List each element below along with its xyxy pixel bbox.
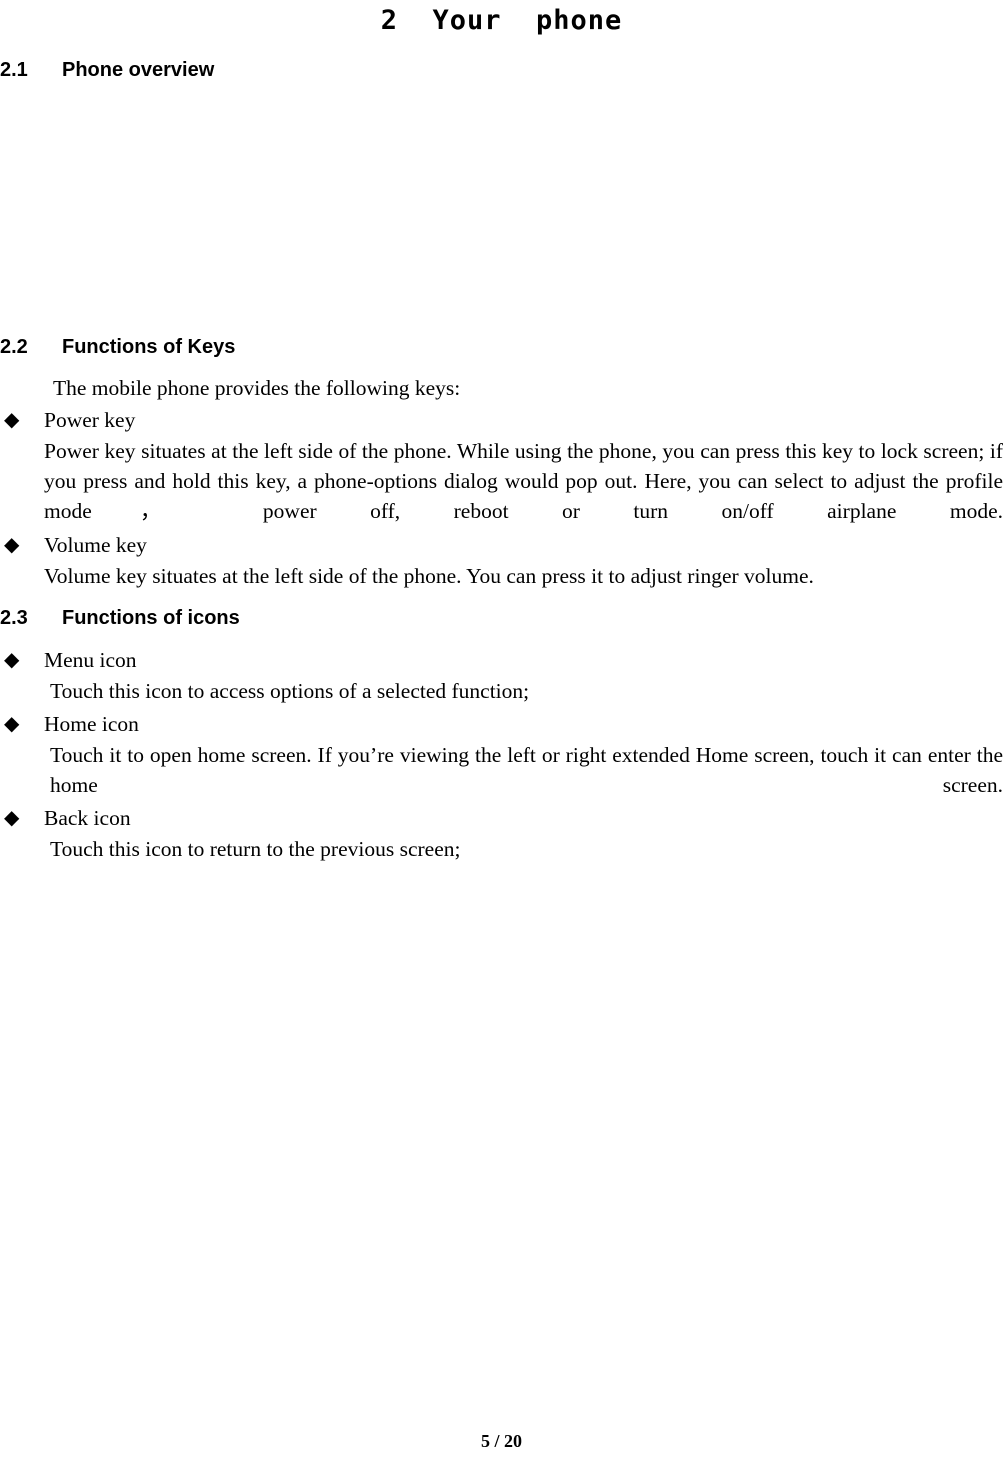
diamond-bullet-icon: ◆ xyxy=(4,807,20,829)
list-item-body-volume-key: Volume key situates at the left side of … xyxy=(44,564,814,588)
section-title-2-1: Phone overview xyxy=(62,59,215,81)
section-number-2-2: 2.2 xyxy=(0,336,28,358)
document-page: 2 Your phone 2.1 Phone overview 2.2 Functi… xyxy=(0,0,1003,1466)
list-item-body-menu-icon: Touch this icon to access options of a s… xyxy=(50,679,530,703)
section-heading-2-2: 2.2 Functions of Keys xyxy=(0,334,235,360)
diamond-bullet-icon: ◆ xyxy=(4,649,20,671)
diamond-bullet-icon: ◆ xyxy=(4,713,20,735)
list-item-home-icon: ◆ Home icon xyxy=(0,709,1003,739)
chapter-title: 2 Your phone xyxy=(380,5,623,36)
section-number-2-1: 2.1 xyxy=(0,59,28,81)
phone-overview-figure-area xyxy=(0,92,1003,327)
section-heading-2-3: 2.3 Functions of icons xyxy=(0,605,240,631)
list-item-back-icon: ◆ Back icon xyxy=(0,803,1003,833)
keys-intro-text: The mobile phone provides the following … xyxy=(53,376,461,400)
list-item-label-back-icon: Back icon xyxy=(44,806,131,830)
section-title-2-3: Functions of icons xyxy=(62,607,240,629)
diamond-bullet-icon: ◆ xyxy=(4,534,20,556)
diamond-bullet-icon: ◆ xyxy=(4,409,20,431)
section-number-2-3: 2.3 xyxy=(0,607,28,629)
list-item-label-power-key: Power key xyxy=(44,408,136,432)
list-item-volume-key: ◆ Volume key xyxy=(0,530,1003,560)
list-item-label-volume-key: Volume key xyxy=(44,533,147,557)
page-number-footer: 5 / 20 xyxy=(480,1431,522,1451)
list-item-label-menu-icon: Menu icon xyxy=(44,648,137,672)
list-item-power-key: ◆ Power key xyxy=(0,405,1003,435)
list-item-body-back-icon: Touch this icon to return to the previou… xyxy=(50,837,461,861)
section-heading-2-1: 2.1 Phone overview xyxy=(0,57,214,83)
list-item-label-home-icon: Home icon xyxy=(44,712,139,736)
section-title-2-2: Functions of Keys xyxy=(62,336,236,358)
list-item-menu-icon: ◆ Menu icon xyxy=(0,645,1003,675)
